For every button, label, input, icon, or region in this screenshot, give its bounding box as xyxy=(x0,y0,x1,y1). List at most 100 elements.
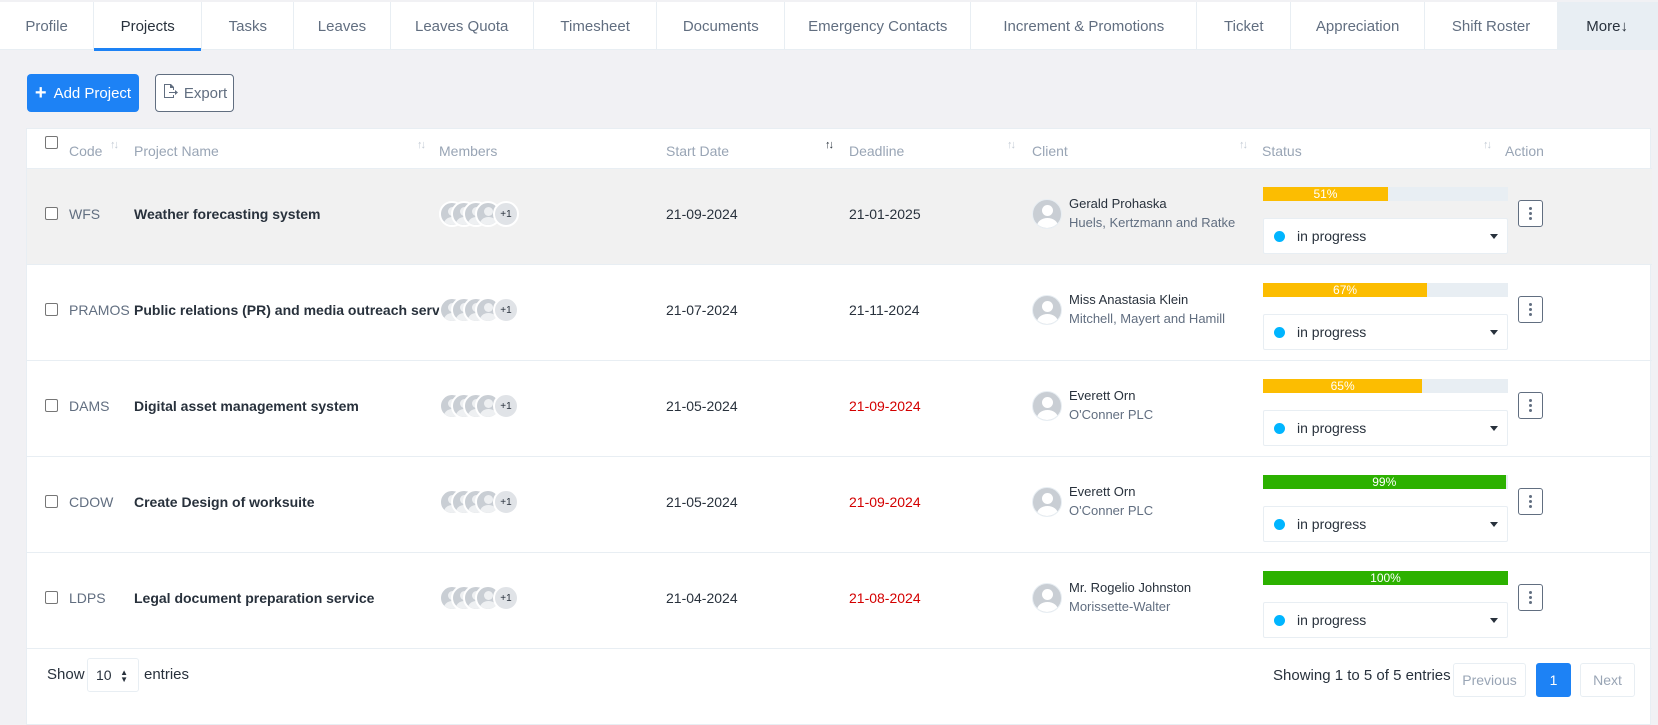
row-checkbox[interactable] xyxy=(45,495,58,508)
project-name-link[interactable]: Digital asset management system xyxy=(134,398,359,414)
client-avatar xyxy=(1032,295,1062,325)
status-select[interactable]: in progress xyxy=(1263,314,1508,350)
tab-leaves[interactable]: Leaves xyxy=(294,2,391,50)
page-length-value: 10 xyxy=(96,667,112,683)
status-dot-icon xyxy=(1274,326,1285,338)
header-start-date[interactable]: Start Date xyxy=(666,143,729,159)
tab-leaves-quota[interactable]: Leaves Quota xyxy=(391,2,534,50)
header-code[interactable]: Code xyxy=(69,143,102,159)
tab-tasks[interactable]: Tasks xyxy=(202,2,295,50)
row-action-menu-button[interactable] xyxy=(1518,488,1543,515)
progress-bar: 100% xyxy=(1263,571,1508,585)
tab-appreciation[interactable]: Appreciation xyxy=(1291,2,1425,50)
status-select[interactable]: in progress xyxy=(1263,410,1508,446)
start-date: 21-04-2024 xyxy=(666,590,738,606)
status-select[interactable]: in progress xyxy=(1263,506,1508,542)
project-name-link[interactable]: Legal document preparation service xyxy=(134,590,374,606)
project-code: PRAMOS xyxy=(69,302,130,318)
deadline-date: 21-11-2024 xyxy=(849,302,920,318)
start-date: 21-05-2024 xyxy=(666,398,738,414)
project-name-link[interactable]: Public relations (PR) and media outreach… xyxy=(134,302,459,318)
member-avatars[interactable]: +1 xyxy=(439,489,529,515)
row-checkbox[interactable] xyxy=(45,303,58,316)
client-company: O'Conner PLC xyxy=(1069,503,1154,518)
projects-table-card: Code ↑↓ Project Name ↑↓ Members Start Da… xyxy=(26,128,1652,725)
client-name-link[interactable]: Miss Anastasia Klein xyxy=(1069,292,1188,307)
sort-icon: ↑↓ xyxy=(417,139,426,151)
client-avatar xyxy=(1032,487,1062,517)
header-client[interactable]: Client xyxy=(1032,143,1068,159)
more-members-badge[interactable]: +1 xyxy=(493,393,519,419)
project-name-link[interactable]: Weather forecasting system xyxy=(134,206,320,222)
project-name-link[interactable]: Create Design of worksuite xyxy=(134,494,315,510)
status-value: in progress xyxy=(1297,228,1367,244)
page-1-button[interactable]: 1 xyxy=(1536,663,1571,697)
header-status[interactable]: Status xyxy=(1262,143,1302,159)
start-date: 21-09-2024 xyxy=(666,206,738,222)
row-action-menu-button[interactable] xyxy=(1518,392,1543,419)
member-avatars[interactable]: +1 xyxy=(439,585,529,611)
row-action-menu-button[interactable] xyxy=(1518,584,1543,611)
entries-label: entries xyxy=(144,666,190,683)
header-deadline[interactable]: Deadline xyxy=(849,143,904,159)
client-avatar xyxy=(1032,391,1062,421)
member-avatars[interactable]: +1 xyxy=(439,201,529,227)
tab-profile[interactable]: Profile xyxy=(0,2,95,50)
tab-increment-promotions[interactable]: Increment & Promotions xyxy=(971,2,1198,50)
more-members-badge[interactable]: +1 xyxy=(493,489,519,515)
progress-bar: 65% xyxy=(1263,379,1508,393)
status-value: in progress xyxy=(1297,324,1367,340)
page-length-select[interactable]: 10 ▲ ▼ xyxy=(87,658,139,692)
progress-fill: 99% xyxy=(1263,475,1506,489)
tab-documents[interactable]: Documents xyxy=(657,2,786,50)
tab-projects[interactable]: Projects xyxy=(94,2,203,51)
more-members-badge[interactable]: +1 xyxy=(493,585,519,611)
progress-fill: 100% xyxy=(1263,571,1508,585)
next-button[interactable]: Next xyxy=(1580,663,1635,697)
client-company: Mitchell, Mayert and Hamill xyxy=(1069,311,1226,326)
caret-down-icon xyxy=(1490,330,1498,335)
caret-down-icon xyxy=(1490,618,1498,623)
table-header: Code ↑↓ Project Name ↑↓ Members Start Da… xyxy=(27,129,1652,169)
client-avatar xyxy=(1032,583,1062,613)
row-checkbox[interactable] xyxy=(45,591,58,604)
start-date: 21-07-2024 xyxy=(666,302,738,318)
add-project-button[interactable]: + Add Project xyxy=(27,74,139,112)
more-members-badge[interactable]: +1 xyxy=(493,201,519,227)
row-action-menu-button[interactable] xyxy=(1518,296,1543,323)
tab-shift-roster[interactable]: Shift Roster xyxy=(1425,2,1559,50)
more-members-badge[interactable]: +1 xyxy=(493,297,519,323)
tab-timesheet[interactable]: Timesheet xyxy=(534,2,658,50)
client-name-link[interactable]: Everett Orn xyxy=(1069,388,1135,403)
table-row: CDOW Create Design of worksuite +1 21-05-20… xyxy=(27,457,1652,553)
client-name-link[interactable]: Gerald Prohaska xyxy=(1069,196,1167,211)
table-row: PRAMOS Public relations (PR) and media ou… xyxy=(27,265,1652,361)
tab-emergency-contacts[interactable]: Emergency Contacts xyxy=(785,2,972,50)
status-value: in progress xyxy=(1297,612,1367,628)
caret-down-icon xyxy=(1490,522,1498,527)
file-export-icon xyxy=(162,83,178,103)
sort-icon: ↑↓ xyxy=(1007,139,1016,151)
row-checkbox[interactable] xyxy=(45,399,58,412)
row-action-menu-button[interactable] xyxy=(1518,200,1543,227)
client-name-link[interactable]: Everett Orn xyxy=(1069,484,1135,499)
client-avatar xyxy=(1032,199,1062,229)
member-avatars[interactable]: +1 xyxy=(439,393,529,419)
tab-more[interactable]: More↓ xyxy=(1558,2,1658,50)
caret-down-icon xyxy=(1490,426,1498,431)
header-project-name[interactable]: Project Name xyxy=(134,143,219,159)
select-all-checkbox[interactable] xyxy=(45,136,58,149)
status-select[interactable]: in progress xyxy=(1263,218,1508,254)
status-dot-icon xyxy=(1274,230,1285,242)
client-name-link[interactable]: Mr. Rogelio Johnston xyxy=(1069,580,1191,595)
export-button[interactable]: Export xyxy=(155,74,234,112)
sort-icon: ↑↓ xyxy=(1483,139,1492,151)
row-checkbox[interactable] xyxy=(45,207,58,220)
status-select[interactable]: in progress xyxy=(1263,602,1508,638)
member-avatars[interactable]: +1 xyxy=(439,297,529,323)
header-members: Members xyxy=(439,143,498,159)
previous-button[interactable]: Previous xyxy=(1453,663,1526,697)
project-code: LDPS xyxy=(69,590,106,606)
project-code: CDOW xyxy=(69,494,114,510)
tab-ticket[interactable]: Ticket xyxy=(1197,2,1292,50)
